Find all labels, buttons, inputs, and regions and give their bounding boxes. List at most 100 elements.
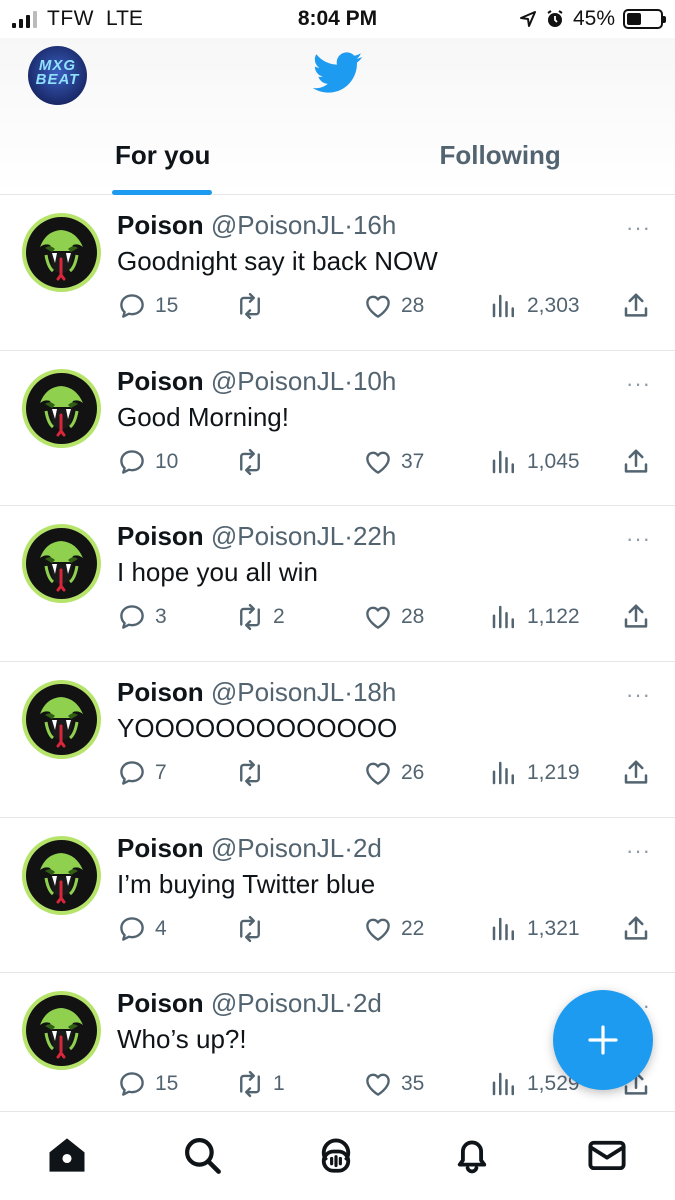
share-button[interactable]	[621, 914, 651, 944]
tab-search[interactable]	[181, 1134, 223, 1176]
tweet[interactable]: Poison @PoisonJL·2d ··· I’m buying Twitt…	[0, 818, 675, 974]
reply-button[interactable]: 7	[117, 758, 167, 788]
tweet-dot: ·	[344, 365, 353, 396]
tweet-dot: ·	[344, 210, 353, 240]
retweet-button[interactable]: 1	[235, 1069, 285, 1099]
tweet-time[interactable]: 10h	[353, 366, 396, 396]
tweet-actions: 4 22 1,321	[117, 914, 657, 946]
like-button[interactable]: 28	[363, 602, 424, 632]
twitter-bird-icon[interactable]	[313, 51, 363, 95]
tweet-author-handle[interactable]: @PoisonJL	[211, 677, 344, 707]
tweet-dot: ·	[344, 521, 353, 552]
tweet-time[interactable]: 2d	[353, 833, 382, 863]
heart-icon	[366, 1074, 390, 1097]
views-button[interactable]: 1,321	[489, 914, 580, 944]
heart-icon	[366, 762, 390, 785]
views-button[interactable]: 2,303	[489, 291, 580, 321]
view-count: 1,321	[527, 916, 580, 940]
like-button[interactable]: 26	[363, 758, 424, 788]
tweet-avatar[interactable]	[22, 991, 101, 1071]
tweet-avatar[interactable]	[22, 680, 101, 760]
reply-button[interactable]: 15	[117, 1069, 178, 1099]
tweet[interactable]: Poison @PoisonJL·22h ··· I hope you all …	[0, 506, 675, 663]
tab-home[interactable]	[46, 1134, 88, 1176]
heart-icon	[366, 295, 390, 318]
tweet-avatar[interactable]	[22, 368, 101, 448]
share-icon	[624, 916, 648, 940]
reply-button[interactable]: 4	[117, 914, 167, 944]
reply-icon	[120, 449, 144, 474]
tweet-author-handle[interactable]: @PoisonJL	[211, 833, 344, 863]
view-count: 1,122	[527, 605, 580, 629]
reply-button[interactable]: 10	[117, 447, 178, 477]
retweet-button[interactable]	[235, 914, 273, 944]
like-button[interactable]: 37	[363, 447, 424, 477]
tweet-avatar[interactable]	[22, 213, 101, 292]
more-options-icon[interactable]: ···	[626, 682, 651, 708]
tab-for-you[interactable]: For you	[0, 118, 338, 195]
like-button[interactable]: 35	[363, 1069, 424, 1099]
reply-button[interactable]: 15	[117, 291, 178, 321]
tweet-text: Goodnight say it back NOW	[117, 246, 438, 276]
share-button[interactable]	[621, 758, 651, 788]
snake-icon	[40, 852, 83, 904]
retweet-button[interactable]	[235, 758, 273, 788]
compose-tweet-button[interactable]	[553, 990, 653, 1090]
tweet-author-handle[interactable]: @PoisonJL	[211, 210, 344, 240]
like-button[interactable]: 22	[363, 914, 424, 944]
retweet-button[interactable]	[235, 447, 273, 477]
views-button[interactable]: 1,122	[489, 602, 580, 632]
tweet-header: Poison @PoisonJL·18h	[117, 677, 396, 708]
more-options-icon[interactable]: ···	[626, 371, 651, 397]
reply-button[interactable]: 3	[117, 602, 167, 632]
retweet-button[interactable]: 2	[235, 602, 285, 632]
like-count: 37	[401, 449, 425, 473]
retweet-button[interactable]	[235, 291, 273, 321]
tweet-time[interactable]: 22h	[353, 521, 396, 551]
share-button[interactable]	[621, 291, 651, 321]
retweet-count: 1	[273, 1072, 285, 1096]
profile-avatar[interactable]: MXG BEAT	[28, 46, 87, 105]
tweet-text: YOOOOOOOOOOOOO	[117, 713, 398, 744]
tweet[interactable]: Poison @PoisonJL·18h ··· YOOOOOOOOOOOOO …	[0, 662, 675, 818]
tweet-author-handle[interactable]: @PoisonJL	[211, 521, 344, 551]
tweet-author-name[interactable]: Poison	[117, 366, 204, 396]
views-icon	[492, 606, 514, 629]
tweet-dot: ·	[344, 988, 353, 1019]
more-options-icon[interactable]: ···	[626, 838, 651, 864]
share-button[interactable]	[621, 447, 651, 477]
like-button[interactable]: 28	[363, 291, 424, 321]
status-bar-right: 45%	[519, 7, 666, 31]
tweet-time[interactable]: 2d	[353, 988, 382, 1018]
retweet-icon	[240, 604, 260, 631]
status-bar: TFW LTE 8:04 PM 45%	[0, 0, 675, 38]
tweet-author-name[interactable]: Poison	[117, 521, 204, 551]
tweet[interactable]: Poison @PoisonJL·10h ··· Good Morning! 1…	[0, 351, 675, 507]
tab-following[interactable]: Following	[338, 118, 675, 195]
tab-messages[interactable]	[586, 1134, 628, 1176]
more-options-icon[interactable]: ···	[626, 215, 651, 241]
tab-spaces[interactable]	[315, 1134, 357, 1176]
tweet-avatar[interactable]	[22, 524, 101, 604]
like-count: 28	[401, 605, 425, 629]
views-button[interactable]: 1,045	[489, 447, 580, 477]
tweet[interactable]: Poison @PoisonJL·16h ··· Goodnight say i…	[0, 195, 675, 351]
tab-notifications[interactable]	[451, 1134, 493, 1176]
tweet-avatar[interactable]	[22, 835, 101, 915]
snake-icon	[40, 1008, 83, 1059]
tweet-time[interactable]: 18h	[353, 677, 396, 707]
retweet-icon	[240, 292, 260, 320]
tweet-header: Poison @PoisonJL·22h	[117, 521, 396, 552]
tweet-author-name[interactable]: Poison	[117, 677, 204, 707]
timeline-header: MXG BEAT For you Following	[0, 38, 675, 195]
views-button[interactable]: 1,219	[489, 758, 580, 788]
tweet-time[interactable]: 16h	[353, 210, 396, 240]
tweet-author-name[interactable]: Poison	[117, 210, 204, 240]
share-icon	[624, 760, 648, 784]
tweet-author-handle[interactable]: @PoisonJL	[211, 988, 344, 1018]
share-button[interactable]	[621, 602, 651, 632]
tweet-author-name[interactable]: Poison	[117, 833, 204, 863]
more-options-icon[interactable]: ···	[626, 526, 651, 552]
tweet-author-name[interactable]: Poison	[117, 988, 204, 1018]
tweet-author-handle[interactable]: @PoisonJL	[211, 366, 344, 396]
